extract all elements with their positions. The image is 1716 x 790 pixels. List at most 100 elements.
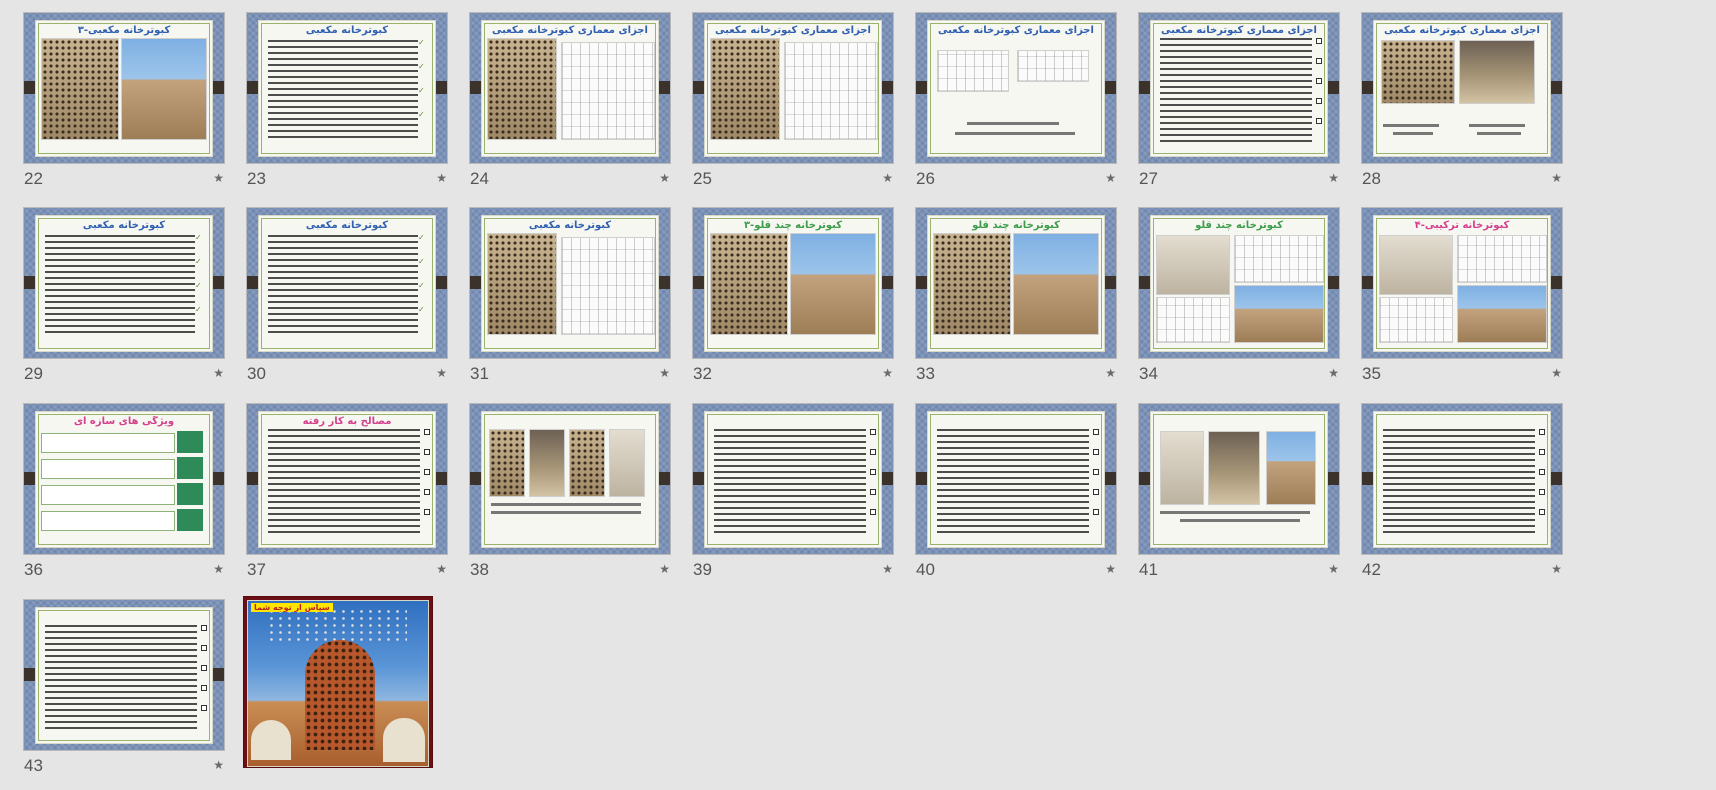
star-icon[interactable]: ★ <box>882 562 893 576</box>
frame-tab <box>470 276 481 289</box>
slide-caption <box>967 122 1059 125</box>
star-icon[interactable]: ★ <box>1551 562 1562 576</box>
slide-text <box>268 235 418 333</box>
star-icon[interactable]: ★ <box>1551 366 1562 380</box>
slide-thumbnail[interactable]: ۴-کبوترخانه ترکیبی <box>1362 208 1562 358</box>
slide-thumbnail-cell: اجزای معماری کبوترخانه مکعبی 25 ★ <box>693 13 893 189</box>
star-icon[interactable]: ★ <box>213 562 224 576</box>
frame-tab <box>24 472 35 485</box>
bullet-icon <box>1093 429 1099 435</box>
slide-thumbnail-cell: ویژگی های سازه ای 36 ★ <box>24 404 224 580</box>
star-icon[interactable]: ★ <box>213 366 224 380</box>
chevron-text-box <box>41 433 175 453</box>
slide-thumbnail[interactable]: اجزای معماری کبوترخانه مکعبی <box>916 13 1116 163</box>
bullet-icon <box>201 645 207 651</box>
slide-thumbnail[interactable]: کبوترخانه چند قلو <box>916 208 1116 358</box>
bullet-icon <box>1093 469 1099 475</box>
frame-tab <box>436 472 447 485</box>
star-icon[interactable]: ★ <box>882 171 893 185</box>
star-icon[interactable]: ★ <box>1328 171 1339 185</box>
frame-tab <box>659 472 670 485</box>
bullet-icon <box>201 705 207 711</box>
star-icon[interactable]: ★ <box>213 171 224 185</box>
slide-thumbnail[interactable]: ۳-کبوترخانه چند قلو <box>693 208 893 358</box>
pigeon-tower-photo <box>305 640 375 750</box>
slide-text <box>714 429 866 533</box>
star-icon[interactable]: ★ <box>882 366 893 380</box>
bullet-icon <box>424 509 430 515</box>
bullet-icon <box>1316 98 1322 104</box>
star-icon[interactable]: ★ <box>1328 562 1339 576</box>
slide-thumbnail-cell: اجزای معماری کبوترخانه مکعبی 26 ★ <box>916 13 1116 189</box>
slide-thumbnail[interactable]: کبوترخانه مکعبی ✓ ✓ ✓ ✓ <box>247 208 447 358</box>
slide-drawing <box>561 42 655 140</box>
slide-thumbnail[interactable] <box>1362 404 1562 554</box>
slide-number: 27 <box>1139 169 1158 188</box>
slide-photo <box>609 429 645 497</box>
slide-thumbnail[interactable] <box>916 404 1116 554</box>
slide-thumbnail-cell: مصالح به کار رفته 37 ★ <box>247 404 447 580</box>
slide-thumbnail[interactable]: اجزای معماری کبوترخانه مکعبی <box>1362 13 1562 163</box>
bullet-icon <box>1539 449 1545 455</box>
star-icon[interactable]: ★ <box>213 758 224 772</box>
star-icon[interactable]: ★ <box>1551 171 1562 185</box>
slide-title: کبوترخانه چند قلو <box>972 220 1060 231</box>
star-icon[interactable]: ★ <box>659 562 670 576</box>
slide-thumbnail[interactable] <box>1139 404 1339 554</box>
slide-thumbnail[interactable]: اجزای معماری کبوترخانه مکعبی <box>1139 13 1339 163</box>
slide-thumbnail[interactable]: مصالح به کار رفته <box>247 404 447 554</box>
slide-text <box>937 429 1089 533</box>
star-icon[interactable]: ★ <box>1328 366 1339 380</box>
slide-title: اجزای معماری کبوترخانه مکعبی <box>715 25 871 36</box>
frame-tab <box>693 276 704 289</box>
slide-content: اجزای معماری کبوترخانه مکعبی <box>1150 20 1328 157</box>
slide-content: سپاس از توجه شما <box>247 600 429 767</box>
star-icon[interactable]: ★ <box>659 171 670 185</box>
star-icon[interactable]: ★ <box>1105 171 1116 185</box>
slide-thumbnail[interactable] <box>693 404 893 554</box>
slide-title: مصالح به کار رفته <box>302 416 392 427</box>
slide-thumbnail[interactable]: کبوترخانه مکعبی <box>470 208 670 358</box>
chevron-arrow <box>177 431 203 453</box>
slide-photo <box>1208 431 1260 505</box>
star-icon[interactable]: ★ <box>436 171 447 185</box>
slide-photo <box>710 38 780 140</box>
slide-caption <box>1383 124 1439 127</box>
slide-thumbnail[interactable] <box>24 600 224 750</box>
slide-thumbnail[interactable]: کبوترخانه مکعبی ✓ ✓ ✓ ✓ <box>247 13 447 163</box>
bullet-icon <box>201 685 207 691</box>
slide-number: 30 <box>247 364 266 383</box>
star-icon[interactable]: ★ <box>1105 562 1116 576</box>
slide-thumbnail-cell: 41 ★ <box>1139 404 1339 580</box>
slide-title: کبوترخانه مکعبی <box>305 25 389 36</box>
frame-tab <box>1362 81 1373 94</box>
star-icon[interactable]: ★ <box>436 562 447 576</box>
slide-caption <box>1160 511 1310 514</box>
slide-thumbnail-selected[interactable]: سپاس از توجه شما <box>244 597 432 767</box>
slide-thumbnail[interactable]: اجزای معماری کبوترخانه مکعبی <box>470 13 670 163</box>
slide-photo <box>121 38 207 140</box>
bullet-icon <box>1093 449 1099 455</box>
frame-tab <box>1362 472 1373 485</box>
slide-thumbnail[interactable]: اجزای معماری کبوترخانه مکعبی <box>693 13 893 163</box>
slide-title: ۳-کبوترخانه چند قلو <box>743 220 843 231</box>
slide-thumbnail[interactable]: ویژگی های سازه ای <box>24 404 224 554</box>
slide-caption <box>955 132 1075 135</box>
slide-photo <box>489 429 525 497</box>
star-icon[interactable]: ★ <box>436 366 447 380</box>
slide-number: 31 <box>470 364 489 383</box>
frame-tab <box>1362 276 1373 289</box>
slide-thumbnail[interactable] <box>470 404 670 554</box>
check-mark-icon: ✓ <box>195 281 202 290</box>
slide-number: 23 <box>247 169 266 188</box>
slide-content <box>1150 411 1328 548</box>
slide-thumbnail[interactable]: کبوترخانه مکعبی ✓ ✓ ✓ ✓ <box>24 208 224 358</box>
star-icon[interactable]: ★ <box>1105 366 1116 380</box>
star-icon[interactable]: ★ <box>659 366 670 380</box>
slide-thumbnail[interactable]: ۳-کبوترخانه مکعبی <box>24 13 224 163</box>
slide-thumbnail-cell: سپاس از توجه شما <box>244 597 447 776</box>
bullet-icon <box>424 489 430 495</box>
slide-thumbnail-cell: اجزای معماری کبوترخانه مکعبی 24 ★ <box>470 13 670 189</box>
slide-content <box>927 411 1105 548</box>
slide-thumbnail[interactable]: کبوترخانه چند قلو <box>1139 208 1339 358</box>
